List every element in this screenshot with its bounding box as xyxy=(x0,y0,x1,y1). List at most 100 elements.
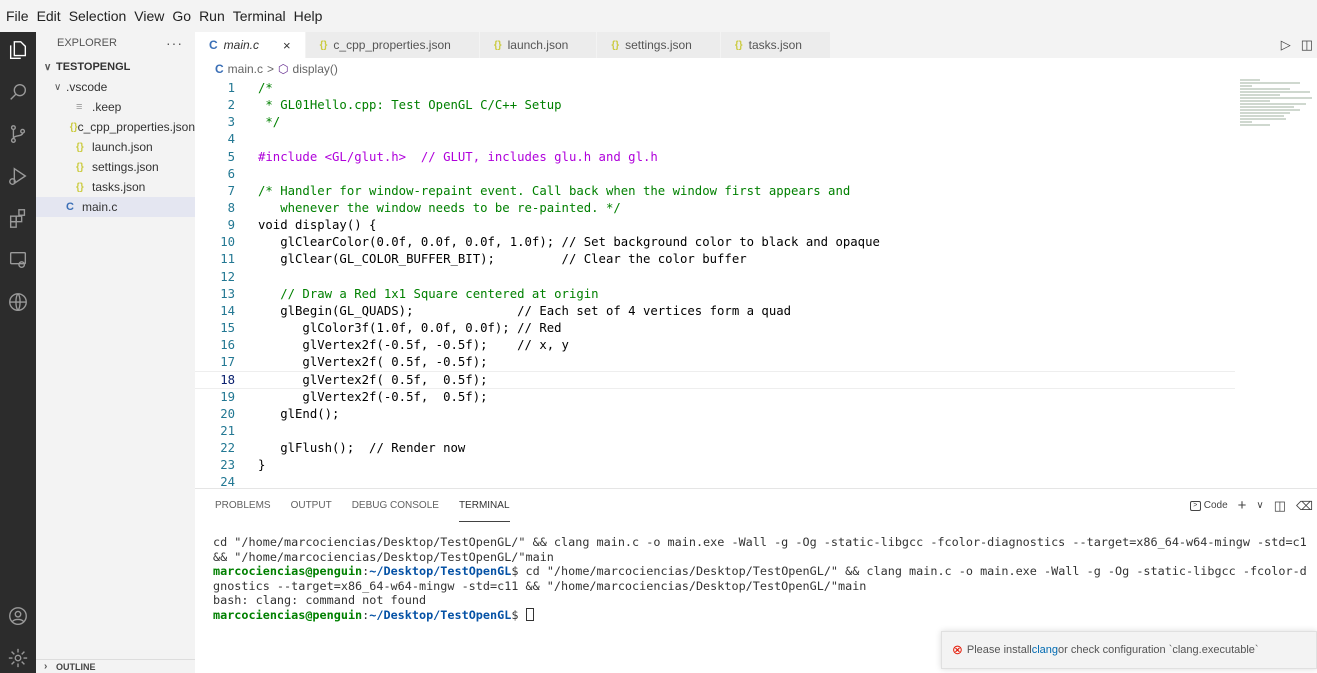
code-line[interactable]: 21 xyxy=(195,423,1245,440)
split-terminal-icon[interactable]: ◫ xyxy=(1274,498,1286,514)
breadcrumb-separator: > xyxy=(267,62,275,76)
globe-icon[interactable] xyxy=(0,284,36,320)
chevron-down-icon: ∨ xyxy=(44,61,52,73)
menu-terminal[interactable]: Terminal xyxy=(229,0,290,32)
run-icon[interactable]: ▷ xyxy=(1281,37,1291,53)
menu-run[interactable]: Run xyxy=(195,0,229,32)
terminal-line: marcociencias@penguin:~/Desktop/TestOpen… xyxy=(213,607,1307,623)
explorer-icon[interactable] xyxy=(0,32,36,68)
code-line[interactable]: 6 xyxy=(195,166,1245,183)
source-control-icon[interactable] xyxy=(0,116,36,152)
code-line[interactable]: 17 glVertex2f( 0.5f, -0.5f); xyxy=(195,354,1245,371)
json-file-icon: {} xyxy=(611,39,620,51)
tab-label: launch.json xyxy=(507,38,569,52)
terminal-text: cd "/home/marcociencias/Desktop/TestOpen… xyxy=(213,535,1307,549)
outline-section[interactable]: › OUTLINE xyxy=(36,659,195,673)
code-line[interactable]: 20 glEnd(); xyxy=(195,406,1245,423)
settings-gear-icon[interactable] xyxy=(0,640,36,673)
explorer-sidebar: EXPLORER ··· ∨ TESTOPENGL ∨ .vscode ≡ .keep… xyxy=(36,32,195,673)
code-line[interactable]: 13 // Draw a Red 1x1 Square centered at … xyxy=(195,286,1245,303)
code-text: * GL01Hello.cpp: Test OpenGL C/C++ Setup xyxy=(258,98,562,113)
account-icon[interactable] xyxy=(0,598,36,634)
error-notification[interactable]: ⊗ Please install clang or check configur… xyxy=(941,631,1317,669)
tree-item[interactable]: {} launch.json xyxy=(36,137,195,157)
breadcrumb-file[interactable]: main.c xyxy=(228,62,263,76)
run-debug-icon[interactable] xyxy=(0,158,36,194)
add-terminal-icon[interactable]: + xyxy=(1238,497,1247,514)
code-line[interactable]: 12 xyxy=(195,269,1245,286)
chevron-down-icon[interactable]: ∨ xyxy=(1256,500,1263,511)
clang-link[interactable]: clang xyxy=(1032,644,1058,656)
code-text: glClear(GL_COLOR_BUFFER_BIT); // Clear t… xyxy=(258,252,747,267)
terminal-selector[interactable]: > Code xyxy=(1189,500,1228,511)
menu-edit[interactable]: Edit xyxy=(33,0,65,32)
remote-explorer-icon[interactable] xyxy=(0,242,36,278)
function-symbol-icon: ⬡ xyxy=(278,62,289,76)
code-line[interactable]: 3 */ xyxy=(195,114,1245,131)
code-line[interactable]: 7 /* Handler for window-repaint event. Ca… xyxy=(195,183,1245,200)
tree-item[interactable]: {} c_cpp_properties.json xyxy=(36,117,195,137)
prompt-user: marcociencias@penguin xyxy=(213,607,363,622)
split-editor-icon[interactable]: ◫ xyxy=(1301,37,1313,53)
terminal-output[interactable]: cd "/home/marcociencias/Desktop/TestOpen… xyxy=(213,535,1307,623)
line-number: 20 xyxy=(220,406,235,421)
trash-icon[interactable]: ⌫ xyxy=(1296,499,1313,513)
code-line[interactable]: 18 glVertex2f( 0.5f, 0.5f); xyxy=(195,371,1235,389)
line-number: 21 xyxy=(220,423,235,438)
panel-tab-output[interactable]: OUTPUT xyxy=(291,489,332,522)
panel-tab-debug-console[interactable]: DEBUG CONSOLE xyxy=(352,489,439,522)
terminal-line: cd "/home/marcociencias/Desktop/TestOpen… xyxy=(213,535,1307,550)
search-icon[interactable] xyxy=(0,74,36,110)
extensions-icon[interactable] xyxy=(0,200,36,236)
editor-tab[interactable]: {} c_cpp_properties.json xyxy=(305,32,480,58)
menu-selection[interactable]: Selection xyxy=(65,0,131,32)
code-line[interactable]: 1 /* xyxy=(195,80,1245,97)
tree-item[interactable]: Cmain.c xyxy=(36,197,195,217)
code-line[interactable]: 9 void display() { xyxy=(195,217,1245,234)
terminal-icon: > xyxy=(1189,500,1201,511)
code-line[interactable]: 14 glBegin(GL_QUADS); // Each set of 4 v… xyxy=(195,303,1245,320)
code-text: /* Handler for window-repaint event. Cal… xyxy=(258,183,851,198)
minimap[interactable] xyxy=(1240,78,1317,148)
c-file-icon: C xyxy=(66,201,74,213)
breadcrumb: C main.c > ⬡ display() xyxy=(215,60,338,78)
code-line[interactable]: 15 glColor3f(1.0f, 0.0f, 0.0f); // Red xyxy=(195,320,1245,337)
tree-item[interactable]: {} settings.json xyxy=(36,157,195,177)
line-number: 9 xyxy=(227,218,235,233)
tree-item[interactable]: ∨ .vscode xyxy=(36,77,195,97)
code-line[interactable]: 8 whenever the window needs to be re-pai… xyxy=(195,200,1245,217)
tree-item[interactable]: ≡ .keep xyxy=(36,97,195,117)
more-actions-icon[interactable]: ··· xyxy=(166,35,183,51)
menu-view[interactable]: View xyxy=(130,0,168,32)
line-number: 17 xyxy=(220,355,235,370)
code-line[interactable]: 19 glVertex2f(-0.5f, 0.5f); xyxy=(195,389,1245,406)
panel-tab-terminal[interactable]: TERMINAL xyxy=(458,489,510,522)
notification-prefix: Please install xyxy=(966,644,1032,656)
workspace-root[interactable]: ∨ TESTOPENGL xyxy=(36,57,195,77)
editor-tab-bar: Cmain.c × {} c_cpp_properties.json {} launch.… xyxy=(195,32,1317,58)
code-line[interactable]: 22 glFlush(); // Render now xyxy=(195,440,1245,457)
code-line[interactable]: 4 xyxy=(195,131,1245,148)
code-editor[interactable]: 1 /* 2 * GL01Hello.cpp: Test OpenGL C/C++ … xyxy=(195,80,1245,489)
code-line[interactable]: 16 glVertex2f(-0.5f, -0.5f); // x, y xyxy=(195,337,1245,354)
code-line[interactable]: 10 glClearColor(0.0f, 0.0f, 0.0f, 1.0f);… xyxy=(195,234,1245,251)
code-line[interactable]: 11 glClear(GL_COLOR_BUFFER_BIT); // Clea… xyxy=(195,251,1245,268)
editor-tab[interactable]: Cmain.c × xyxy=(195,32,306,58)
editor-tab[interactable]: {} launch.json xyxy=(479,32,598,58)
line-number: 22 xyxy=(220,440,235,455)
panel-tab-problems[interactable]: PROBLEMS xyxy=(215,489,271,522)
tree-item[interactable]: {} tasks.json xyxy=(36,177,195,197)
panel-actions: > Code + ∨ ◫ ⌫ xyxy=(1189,489,1317,522)
menu-go[interactable]: Go xyxy=(168,0,195,32)
breadcrumb-symbol[interactable]: display() xyxy=(293,62,338,76)
editor-tab[interactable]: {} tasks.json xyxy=(720,32,831,58)
code-text: void display() { xyxy=(258,218,377,233)
terminal-line: gnostics --target=x86_64-w64-mingw -std=… xyxy=(213,579,1307,594)
menu-file[interactable]: File xyxy=(2,0,33,32)
code-line[interactable]: 2 * GL01Hello.cpp: Test OpenGL C/C++ Set… xyxy=(195,97,1245,114)
code-line[interactable]: 23} xyxy=(195,457,1245,474)
code-line[interactable]: 5 #include <GL/glut.h> // GLUT, includes … xyxy=(195,149,1245,166)
close-icon[interactable]: × xyxy=(283,38,291,53)
editor-tab[interactable]: {} settings.json xyxy=(597,32,721,58)
menu-help[interactable]: Help xyxy=(290,0,327,32)
